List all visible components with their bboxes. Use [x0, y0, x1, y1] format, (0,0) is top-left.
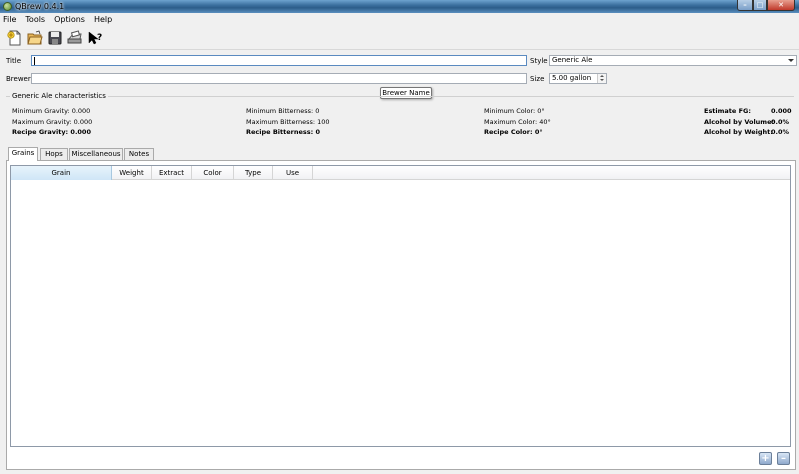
toolbar: ? [0, 26, 799, 50]
save-icon [48, 31, 61, 44]
menu-options[interactable]: Options [54, 15, 85, 24]
open-button[interactable] [26, 29, 43, 46]
whats-this-icon: ? [88, 30, 102, 44]
column-weight[interactable]: Weight [112, 166, 152, 180]
max-gravity: Maximum Gravity: 0.000 [12, 118, 93, 126]
style-label: Style [530, 57, 548, 65]
minimize-icon: – [743, 1, 747, 9]
save-button[interactable] [46, 29, 63, 46]
characteristics-group [6, 96, 794, 140]
abv-label: Alcohol by Volume: [704, 118, 775, 126]
remove-ingredient-button[interactable]: – [777, 452, 790, 465]
menu-help[interactable]: Help [94, 15, 112, 24]
abw-value: 0.0% [771, 128, 790, 136]
print-icon [67, 29, 82, 43]
close-icon: ✕ [778, 1, 784, 9]
recipe-bitterness: Recipe Bitterness: 0 [246, 128, 320, 136]
brewer-input[interactable] [32, 74, 526, 83]
characteristics-title: Generic Ale characteristics [10, 92, 108, 100]
maximize-button[interactable]: □ [753, 0, 767, 11]
spin-up-icon [600, 75, 604, 77]
brewer-label: Brewer [6, 75, 31, 83]
new-button[interactable] [6, 29, 23, 46]
title-field[interactable] [31, 55, 527, 66]
window-title: QBrew 0.4.1 [15, 2, 65, 11]
app-icon [3, 2, 12, 11]
maximize-icon: □ [756, 1, 764, 9]
style-value: Generic Ale [552, 56, 593, 64]
abv-value: 0.0% [771, 118, 790, 126]
brewer-field[interactable] [31, 73, 527, 84]
menu-bar: File Tools Options Help [0, 13, 799, 26]
minimize-button[interactable]: – [737, 0, 753, 11]
column-color[interactable]: Color [192, 166, 234, 180]
add-ingredient-button[interactable]: + [759, 452, 772, 465]
tab-hops[interactable]: Hops [40, 148, 68, 160]
max-bitterness: Maximum Bitterness: 100 [246, 118, 330, 126]
min-color: Minimum Color: 0° [484, 107, 545, 115]
spin-down-icon [600, 79, 604, 81]
title-label: Title [6, 57, 22, 65]
spin-buttons[interactable] [597, 74, 606, 83]
column-type[interactable]: Type [234, 166, 273, 180]
estimate-fg-label: Estimate FG: [704, 107, 751, 115]
title-input[interactable] [32, 56, 526, 65]
menu-tools[interactable]: Tools [25, 15, 45, 24]
menu-file[interactable]: File [3, 15, 16, 24]
column-use[interactable]: Use [273, 166, 313, 180]
open-icon [26, 29, 43, 44]
style-combo[interactable]: Generic Ale [549, 55, 797, 66]
size-value: 5.00 gallon [552, 74, 592, 82]
min-bitterness: Minimum Bitterness: 0 [246, 107, 320, 115]
estimate-fg-value: 0.000 [771, 107, 792, 115]
text-caret [34, 57, 35, 65]
tab-notes[interactable]: Notes [124, 148, 154, 160]
new-icon [6, 30, 20, 45]
recipe-gravity: Recipe Gravity: 0.000 [12, 128, 91, 136]
chevron-down-icon [788, 59, 794, 62]
svg-text:?: ? [97, 33, 102, 43]
size-spinbox[interactable]: 5.00 gallon [549, 73, 607, 84]
column-grain[interactable]: Grain [11, 166, 112, 180]
abw-label: Alcohol by Weight: [704, 128, 773, 136]
window-titlebar: QBrew 0.4.1 – □ ✕ [0, 0, 799, 13]
size-label: Size [530, 75, 545, 83]
recipe-color: Recipe Color: 0° [484, 128, 543, 136]
minus-icon: – [781, 452, 786, 464]
whats-this-button[interactable]: ? [86, 29, 103, 46]
table-header: Grain Weight Extract Color Type Use [11, 166, 790, 180]
min-gravity: Minimum Gravity: 0.000 [12, 107, 91, 115]
column-extract[interactable]: Extract [152, 166, 192, 180]
plus-icon: + [761, 452, 770, 464]
print-button[interactable] [66, 29, 83, 46]
max-color: Maximum Color: 40° [484, 118, 551, 126]
grain-table[interactable]: Grain Weight Extract Color Type Use [10, 165, 791, 447]
close-button[interactable]: ✕ [767, 0, 795, 11]
tab-miscellaneous[interactable]: Miscellaneous [69, 148, 123, 160]
tab-grains[interactable]: Grains [8, 147, 38, 161]
